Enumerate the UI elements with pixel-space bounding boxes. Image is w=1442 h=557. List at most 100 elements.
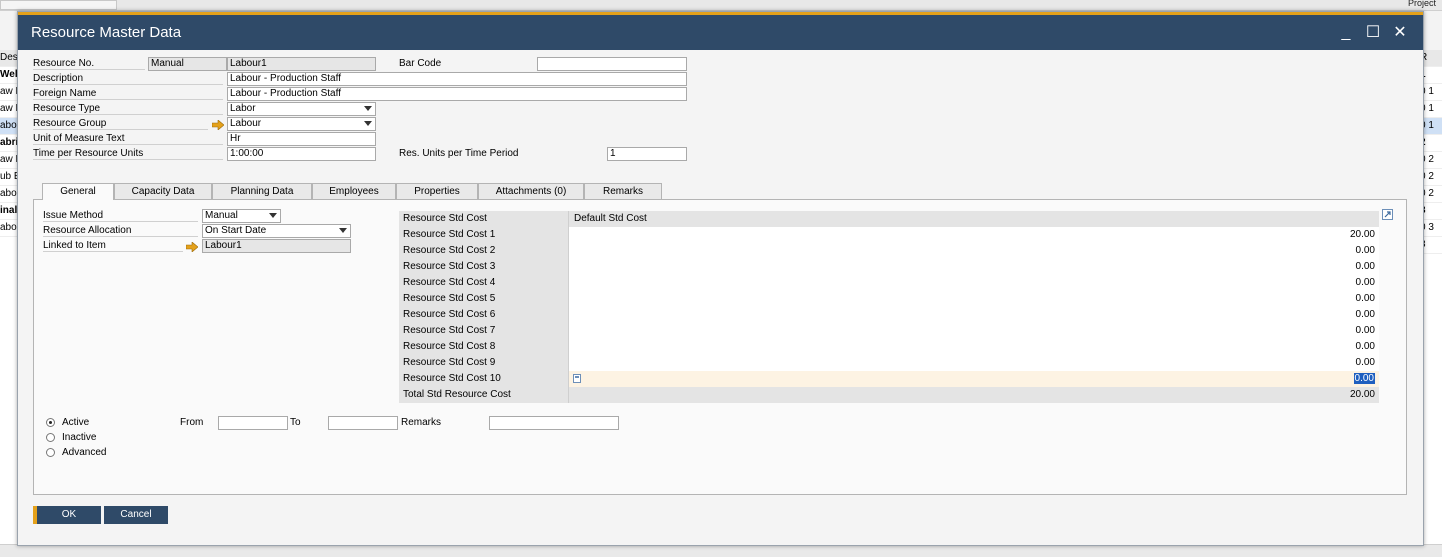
tab-attachments[interactable]: Attachments (0) xyxy=(478,183,584,199)
cost-row-value[interactable]: 0.00 xyxy=(1353,373,1375,384)
cost-row-value-cell[interactable]: 0.00 xyxy=(569,259,1379,275)
minimize-button[interactable]: _ xyxy=(1335,22,1357,44)
total-value: 20.00 xyxy=(569,387,1379,403)
link-arrow-icon[interactable] xyxy=(212,120,224,130)
background-left-row[interactable]: Weld xyxy=(0,67,18,84)
foreign-name-field[interactable]: Labour - Production Staff xyxy=(227,87,687,101)
background-left-row[interactable]: aw M xyxy=(0,152,18,169)
background-left-row[interactable]: abou xyxy=(0,118,18,135)
chevron-down-icon xyxy=(364,106,372,111)
active-radio[interactable] xyxy=(46,418,55,427)
total-row: Total Std Resource Cost 20.00 xyxy=(399,387,1379,403)
from-date-field[interactable] xyxy=(218,416,288,430)
link-arrow-icon[interactable] xyxy=(186,242,198,252)
issue-method-label: Issue Method xyxy=(43,210,198,222)
background-left-row[interactable]: abou xyxy=(0,186,18,203)
cost-row-value-cell[interactable]: 0.00 xyxy=(569,275,1379,291)
cost-row-label: Resource Std Cost 6 xyxy=(399,307,569,323)
background-toolbar-button[interactable] xyxy=(0,0,117,10)
column-header-resource-std-cost: Resource Std Cost xyxy=(399,211,569,227)
resource-allocation-select[interactable]: On Start Date xyxy=(202,224,351,238)
table-row: Resource Std Cost 4 0.00 xyxy=(399,275,1379,291)
tab-planning-data[interactable]: Planning Data xyxy=(212,183,312,199)
resource-type-label: Resource Type xyxy=(33,103,223,115)
time-per-label: Time per Resource Units xyxy=(33,148,223,160)
to-date-field[interactable] xyxy=(328,416,398,430)
resource-allocation-label: Resource Allocation xyxy=(43,225,198,237)
cost-row-value-cell[interactable]: 0.00 xyxy=(569,307,1379,323)
calculator-display xyxy=(575,376,579,378)
cancel-button[interactable]: Cancel xyxy=(104,506,168,524)
active-label: Active xyxy=(62,417,90,428)
background-left-row[interactable]: abri xyxy=(0,135,18,152)
expand-icon[interactable] xyxy=(1382,209,1393,220)
uom-label: Unit of Measure Text xyxy=(33,133,223,145)
tab-remarks[interactable]: Remarks xyxy=(584,183,662,199)
resource-group-value: Labour xyxy=(230,118,262,129)
series-field[interactable]: Manual xyxy=(148,57,227,71)
res-units-field[interactable]: 1 xyxy=(607,147,687,161)
table-header-row: Resource Std Cost Default Std Cost xyxy=(399,211,1379,227)
chevron-down-icon xyxy=(339,228,347,233)
background-left-row[interactable]: aw M xyxy=(0,84,18,101)
uom-field[interactable]: Hr xyxy=(227,132,376,146)
bar-code-field[interactable] xyxy=(537,57,687,71)
tab-general[interactable]: General xyxy=(42,183,114,200)
resource-type-value: Labor xyxy=(230,103,256,114)
close-button[interactable]: ✕ xyxy=(1389,22,1411,44)
table-row: Resource Std Cost 3 0.00 xyxy=(399,259,1379,275)
tab-properties[interactable]: Properties xyxy=(396,183,478,199)
foreign-name-label: Foreign Name xyxy=(33,88,223,100)
tab-capacity-data[interactable]: Capacity Data xyxy=(114,183,212,199)
background-left-row[interactable]: abou xyxy=(0,220,18,237)
cost-row-value-cell[interactable]: 0.00 xyxy=(569,355,1379,371)
calculator-icon[interactable] xyxy=(573,374,581,383)
resource-group-select[interactable]: Labour xyxy=(227,117,376,131)
cost-row-value-cell[interactable]: 0.00 xyxy=(569,371,1379,387)
resource-no-label: Resource No. xyxy=(33,58,145,70)
resource-master-data-dialog: Resource Master Data _ ☐ ✕ Resource No. … xyxy=(17,11,1424,546)
remarks-field[interactable] xyxy=(489,416,619,430)
cost-row-value-cell[interactable]: 0.00 xyxy=(569,243,1379,259)
res-units-label: Res. Units per Time Period xyxy=(399,148,519,159)
cost-row-value-cell[interactable]: 0.00 xyxy=(569,323,1379,339)
chevron-down-icon xyxy=(364,121,372,126)
background-left-row[interactable]: ub E xyxy=(0,169,18,186)
column-header-default-std-cost: Default Std Cost xyxy=(569,211,1379,227)
cost-row-label: Resource Std Cost 10 xyxy=(399,371,569,387)
resource-type-select[interactable]: Labor xyxy=(227,102,376,116)
description-field[interactable]: Labour - Production Staff xyxy=(227,72,687,86)
issue-method-select[interactable]: Manual xyxy=(202,209,281,223)
cost-row-label: Resource Std Cost 8 xyxy=(399,339,569,355)
resource-allocation-value: On Start Date xyxy=(205,225,267,236)
cost-row-value-cell[interactable]: 0.00 xyxy=(569,291,1379,307)
cost-row-label: Resource Std Cost 5 xyxy=(399,291,569,307)
cost-row-label: Resource Std Cost 4 xyxy=(399,275,569,291)
dialog-titlebar[interactable]: Resource Master Data _ ☐ ✕ xyxy=(18,12,1423,50)
cost-row-value-cell[interactable]: 0.00 xyxy=(569,339,1379,355)
advanced-radio[interactable] xyxy=(46,448,55,457)
tab-employees[interactable]: Employees xyxy=(312,183,396,199)
maximize-button[interactable]: ☐ xyxy=(1362,22,1384,44)
background-toolbar xyxy=(0,0,1442,11)
linked-item-label: Linked to Item xyxy=(43,240,183,252)
issue-method-value: Manual xyxy=(205,210,238,221)
table-row: Resource Std Cost 6 0.00 xyxy=(399,307,1379,323)
to-label: To xyxy=(290,417,301,428)
cost-row-label: Resource Std Cost 3 xyxy=(399,259,569,275)
linked-item-field[interactable]: Labour1 xyxy=(202,239,351,253)
advanced-label: Advanced xyxy=(62,447,107,458)
cost-row-value-cell[interactable]: 20.00 xyxy=(569,227,1379,243)
table-row: Resource Std Cost 1 20.00 xyxy=(399,227,1379,243)
table-row: Resource Std Cost 5 0.00 xyxy=(399,291,1379,307)
ok-button[interactable]: OK xyxy=(33,506,101,524)
cost-row-label: Resource Std Cost 7 xyxy=(399,323,569,339)
from-label: From xyxy=(180,417,204,428)
background-left-row[interactable]: inal xyxy=(0,203,18,220)
inactive-radio[interactable] xyxy=(46,433,55,442)
resource-no-field[interactable]: Labour1 xyxy=(227,57,376,71)
time-per-field[interactable]: 1:00:00 xyxy=(227,147,376,161)
background-left-header: Desc xyxy=(0,50,18,67)
background-left-row[interactable]: aw M xyxy=(0,101,18,118)
table-row: Resource Std Cost 8 0.00 xyxy=(399,339,1379,355)
